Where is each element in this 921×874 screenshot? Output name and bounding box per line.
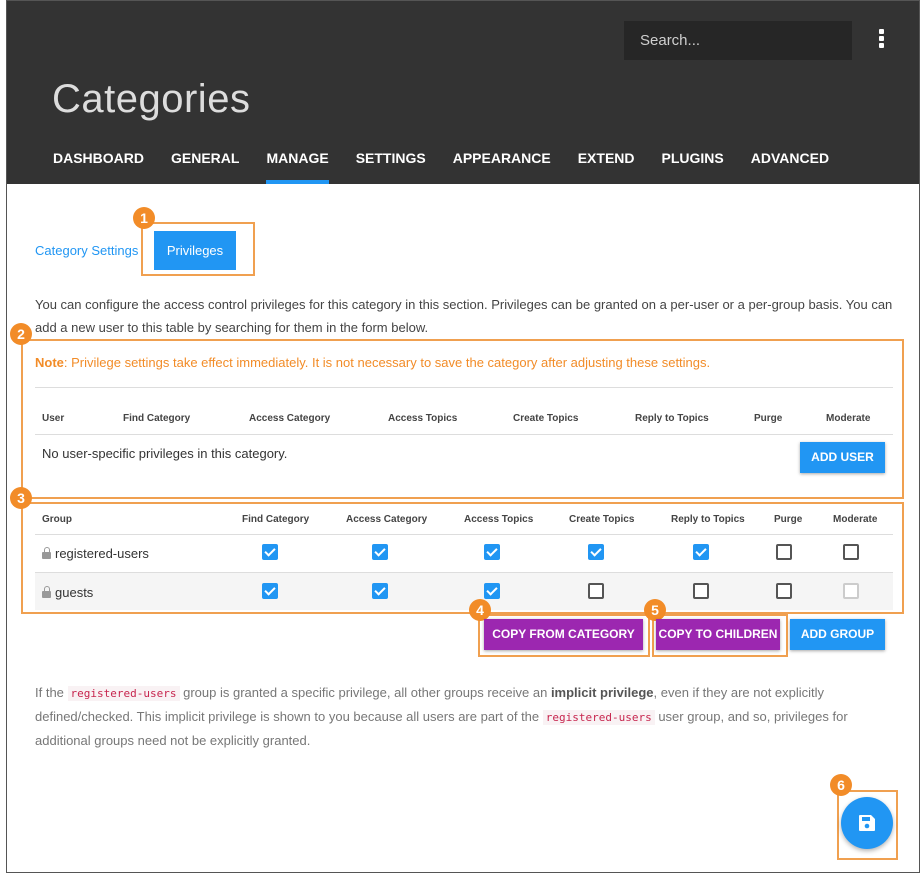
divider bbox=[35, 434, 893, 435]
checkbox-registered-users-create-topics[interactable] bbox=[588, 544, 604, 560]
copy-to-children-button[interactable]: COPY TO CHILDREN bbox=[656, 619, 780, 650]
more-menu-icon[interactable] bbox=[873, 29, 889, 51]
col-moderate: Moderate bbox=[826, 413, 871, 424]
divider bbox=[35, 387, 893, 388]
nav-settings[interactable]: SETTINGS bbox=[356, 150, 426, 184]
tab-category-settings[interactable]: Category Settings bbox=[35, 243, 138, 258]
implicit-privilege-explanation: If the registered-users group is granted… bbox=[35, 681, 865, 752]
divider bbox=[35, 572, 893, 573]
add-group-button[interactable]: ADD GROUP bbox=[790, 619, 885, 650]
col-create-topics: Create Topics bbox=[513, 413, 579, 424]
col-purge: Purge bbox=[774, 514, 803, 525]
text: group is granted a specific privilege, a… bbox=[179, 685, 551, 700]
annotation-badge-4: 4 bbox=[469, 599, 491, 621]
nav-general[interactable]: GENERAL bbox=[171, 150, 239, 184]
annotation-badge-1: 1 bbox=[133, 207, 155, 229]
admin-header: Search... Categories DASHBOARD GENERAL M… bbox=[7, 1, 919, 184]
checkbox-registered-users-purge[interactable] bbox=[776, 544, 792, 560]
annotation-badge-3: 3 bbox=[10, 487, 32, 509]
checkbox-guests-reply-to-topics[interactable] bbox=[693, 583, 709, 599]
page-title: Categories bbox=[52, 77, 251, 121]
checkbox-registered-users-moderate[interactable] bbox=[843, 544, 859, 560]
group-row-registered-users: registered-users bbox=[42, 546, 149, 561]
add-user-button[interactable]: ADD USER bbox=[800, 442, 885, 473]
description-text: You can configure the access control pri… bbox=[35, 297, 893, 335]
search-input[interactable]: Search... bbox=[624, 21, 852, 60]
checkbox-guests-find-category[interactable] bbox=[262, 583, 278, 599]
nav-plugins[interactable]: PLUGINS bbox=[662, 150, 724, 184]
note-label: Note bbox=[35, 355, 64, 370]
lock-icon bbox=[42, 547, 51, 559]
nav-appearance[interactable]: APPEARANCE bbox=[453, 150, 551, 184]
nav-dashboard[interactable]: DASHBOARD bbox=[53, 150, 144, 184]
annotation-badge-5: 5 bbox=[644, 599, 666, 621]
empty-user-text: No user-specific privileges in this cate… bbox=[42, 446, 288, 461]
nav-advanced[interactable]: ADVANCED bbox=[751, 150, 829, 184]
note-text: Note: Privilege settings take effect imm… bbox=[35, 355, 710, 370]
note-body: : Privilege settings take effect immedia… bbox=[63, 355, 711, 370]
checkbox-guests-create-topics[interactable] bbox=[588, 583, 604, 599]
divider bbox=[35, 534, 893, 535]
table-row-bg bbox=[35, 573, 893, 610]
checkbox-registered-users-find-category[interactable] bbox=[262, 544, 278, 560]
col-create-topics: Create Topics bbox=[569, 514, 635, 525]
col-access-category: Access Category bbox=[249, 413, 331, 424]
col-reply-topics: Reply to Topics bbox=[635, 413, 709, 424]
col-access-topics: Access Topics bbox=[388, 413, 458, 424]
col-access-category: Access Category bbox=[346, 514, 428, 525]
col-find-category: Find Category bbox=[123, 413, 191, 424]
floppy-disk-icon bbox=[859, 815, 875, 831]
checkbox-guests-access-category[interactable] bbox=[372, 583, 388, 599]
save-button[interactable] bbox=[841, 797, 893, 849]
checkbox-registered-users-reply-to-topics[interactable] bbox=[693, 544, 709, 560]
nav-extend[interactable]: EXTEND bbox=[578, 150, 635, 184]
bold-text: implicit privilege bbox=[550, 685, 654, 700]
page-frame: Search... Categories DASHBOARD GENERAL M… bbox=[6, 0, 920, 873]
annotation-badge-2: 2 bbox=[10, 323, 32, 345]
text: If the bbox=[35, 685, 68, 700]
annotation-badge-6: 6 bbox=[830, 774, 852, 796]
group-name: guests bbox=[55, 585, 94, 600]
checkbox-guests-moderate bbox=[843, 583, 859, 599]
annotation-box-1 bbox=[141, 222, 255, 276]
col-purge: Purge bbox=[754, 413, 783, 424]
col-find-category: Find Category bbox=[242, 514, 310, 525]
main-nav: DASHBOARD GENERAL MANAGE SETTINGS APPEAR… bbox=[53, 150, 856, 184]
code-snippet: registered-users bbox=[67, 686, 180, 701]
lock-icon bbox=[42, 586, 51, 598]
checkbox-guests-purge[interactable] bbox=[776, 583, 792, 599]
checkbox-registered-users-access-topics[interactable] bbox=[484, 544, 500, 560]
col-moderate: Moderate bbox=[833, 514, 878, 525]
code-snippet: registered-users bbox=[542, 710, 655, 725]
checkbox-guests-access-topics[interactable] bbox=[484, 583, 500, 599]
col-group: Group bbox=[42, 514, 72, 525]
checkbox-registered-users-access-category[interactable] bbox=[372, 544, 388, 560]
nav-manage[interactable]: MANAGE bbox=[266, 150, 329, 184]
group-name: registered-users bbox=[55, 546, 149, 561]
col-access-topics: Access Topics bbox=[464, 514, 534, 525]
col-reply-topics: Reply to Topics bbox=[671, 514, 745, 525]
copy-from-category-button[interactable]: COPY FROM CATEGORY bbox=[484, 619, 643, 650]
group-row-guests: guests bbox=[42, 585, 93, 600]
col-user: User bbox=[42, 413, 65, 424]
